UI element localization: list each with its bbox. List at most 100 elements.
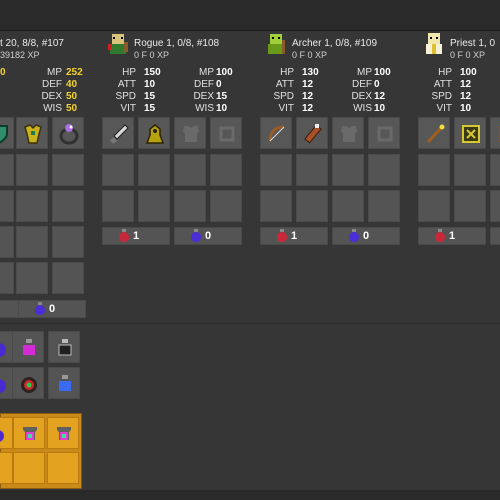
stat-value: 12 xyxy=(302,91,314,102)
potion-black-icon xyxy=(58,339,72,356)
mana-potion-icon xyxy=(349,229,359,242)
storage-slot[interactable] xyxy=(12,367,44,399)
equipment-slot[interactable] xyxy=(52,117,84,149)
inventory-slot[interactable] xyxy=(332,154,364,186)
inventory-slot[interactable] xyxy=(490,190,500,222)
potion-count: 0 xyxy=(49,303,56,315)
inventory-slot[interactable] xyxy=(210,190,242,222)
rogue-portrait-icon xyxy=(104,30,132,58)
bow-icon xyxy=(268,125,285,142)
inventory-slot[interactable] xyxy=(368,154,400,186)
inventory-slot[interactable] xyxy=(16,154,48,186)
equipment-slot[interactable] xyxy=(138,117,170,149)
potion-bar-blue[interactable]: 0 xyxy=(174,227,242,245)
inventory-slot[interactable] xyxy=(52,262,84,294)
vault-slot[interactable] xyxy=(47,417,79,449)
potion-bar-red[interactable]: 1 xyxy=(102,227,170,245)
vault-slot[interactable] xyxy=(0,417,13,449)
inventory-slot[interactable] xyxy=(418,154,450,186)
potion-purple-icon xyxy=(0,430,4,442)
inventory-slot[interactable] xyxy=(296,154,328,186)
stat-value: 15 xyxy=(144,91,156,102)
empty-ring-slot[interactable] xyxy=(210,117,242,149)
inventory-slot[interactable] xyxy=(174,190,206,222)
inventory-slot[interactable] xyxy=(0,262,14,294)
empty-ring-slot[interactable] xyxy=(368,117,400,149)
stat-label: VIT xyxy=(436,103,452,114)
stat-value: 0 xyxy=(216,79,222,90)
inventory-slot[interactable] xyxy=(210,154,242,186)
character-xp: 0 F 0 XP xyxy=(134,50,170,60)
storage-slot[interactable] xyxy=(48,367,80,399)
storage-slot[interactable] xyxy=(12,331,44,363)
inventory-slot[interactable] xyxy=(368,190,400,222)
equipment-slot[interactable] xyxy=(296,117,328,149)
inventory-slot[interactable] xyxy=(16,262,48,294)
storage-slot[interactable] xyxy=(48,331,80,363)
inventory-slot[interactable] xyxy=(296,190,328,222)
inventory-slot[interactable] xyxy=(0,190,14,222)
character-title: Priest 1, 0 xyxy=(450,38,496,49)
inventory-slot[interactable] xyxy=(490,154,500,186)
inventory-slot[interactable] xyxy=(454,154,486,186)
tome-icon xyxy=(462,125,480,143)
inventory-slot[interactable] xyxy=(454,190,486,222)
vault-slot[interactable] xyxy=(0,452,13,484)
mana-potion-icon xyxy=(35,302,45,315)
inventory-slot[interactable] xyxy=(332,190,364,222)
inventory-slot[interactable] xyxy=(0,154,14,186)
inventory-slot[interactable] xyxy=(52,154,84,186)
character-title: Archer 1, 0/8, #109 xyxy=(292,38,378,49)
character-xp: 0 F 0 XP xyxy=(450,50,486,60)
vault-slot[interactable] xyxy=(13,452,45,484)
armor-placeholder-icon xyxy=(183,126,199,142)
inventory-slot[interactable] xyxy=(102,190,134,222)
equipment-slot[interactable] xyxy=(490,117,500,149)
equipment-slot[interactable] xyxy=(0,117,14,149)
inventory-slot[interactable] xyxy=(16,226,48,258)
potion-bar-red[interactable]: 1 xyxy=(418,227,486,245)
equipment-slot[interactable] xyxy=(454,117,486,149)
stat-label: DEX xyxy=(41,91,62,102)
character-title: t 20, 8/8, #107 xyxy=(0,38,64,49)
potion-bar-red[interactable]: 1 xyxy=(260,227,328,245)
stat-value: 10 xyxy=(374,103,386,114)
stat-label: HP xyxy=(280,67,294,78)
inventory-slot[interactable] xyxy=(138,154,170,186)
character-column-knight: t 20, 8/8, #107 39182 XP 0 MP 252 DEF 40… xyxy=(0,30,90,330)
inventory-slot[interactable] xyxy=(260,190,292,222)
equipment-slot[interactable] xyxy=(418,117,450,149)
inventory-slot[interactable] xyxy=(102,154,134,186)
inventory-slot[interactable] xyxy=(52,190,84,222)
potion-rainbow-icon xyxy=(57,427,71,440)
inventory-slot[interactable] xyxy=(52,226,84,258)
empty-armor-slot[interactable] xyxy=(174,117,206,149)
potion-bar-blue[interactable]: 0 xyxy=(332,227,400,245)
stat-label: SPD xyxy=(431,91,452,102)
health-potion-icon xyxy=(435,229,445,242)
stat-value: 15 xyxy=(216,91,228,102)
inventory-slot[interactable] xyxy=(16,190,48,222)
inventory-slot[interactable] xyxy=(174,154,206,186)
stat-label: WIS xyxy=(353,103,372,114)
potion-bar-blue[interactable] xyxy=(490,227,500,245)
character-column-archer: Archer 1, 0/8, #109 0 F 0 XP HP 130 ATT … xyxy=(258,30,408,330)
stat-label: WIS xyxy=(43,103,62,114)
inventory-slot[interactable] xyxy=(0,226,14,258)
potion-bar-blue[interactable]: 0 xyxy=(18,300,86,318)
inventory-slot[interactable] xyxy=(138,190,170,222)
dagger-icon xyxy=(109,124,129,145)
stat-value: 15 xyxy=(144,103,156,114)
empty-armor-slot[interactable] xyxy=(332,117,364,149)
equipment-slot[interactable] xyxy=(260,117,292,149)
inventory-slot[interactable] xyxy=(418,190,450,222)
inventory-slot[interactable] xyxy=(260,154,292,186)
stat-value: 100 xyxy=(216,67,233,78)
stat-label: DEF xyxy=(194,79,214,90)
vault-slot[interactable] xyxy=(13,417,45,449)
potion-rainbow-icon xyxy=(21,377,37,393)
equipment-slot[interactable] xyxy=(102,117,134,149)
vault-slot[interactable] xyxy=(47,452,79,484)
stat-value: 40 xyxy=(66,79,78,90)
equipment-slot[interactable] xyxy=(16,117,48,149)
